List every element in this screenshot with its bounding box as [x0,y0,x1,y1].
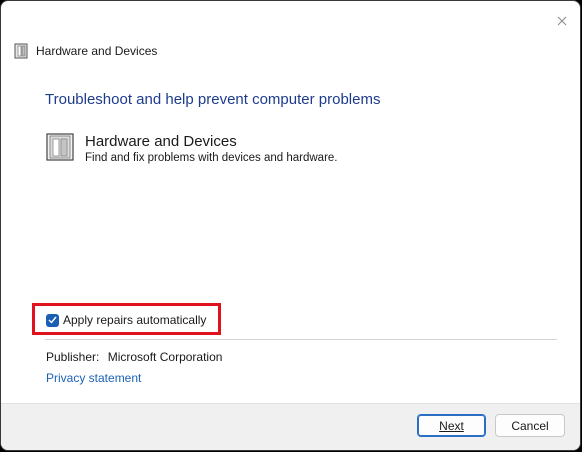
troubleshooter-window: Hardware and Devices Troubleshoot and he… [0,0,581,451]
title-bar: Hardware and Devices [14,41,157,61]
troubleshooter-item-description: Find and fix problems with devices and h… [85,152,338,164]
hardware-devices-icon [14,43,28,59]
divider [45,339,557,340]
next-button-label: Next [439,418,464,433]
publisher-label: Publisher: [46,350,100,364]
troubleshooter-item: Hardware and Devices Find and fix proble… [45,132,338,164]
checkmark-icon [48,316,57,324]
cancel-button[interactable]: Cancel [495,414,565,437]
publisher-value: Microsoft Corporation [107,350,223,364]
footer-bar: Next Cancel [1,403,580,450]
apply-repairs-label[interactable]: Apply repairs automatically [63,313,206,327]
publisher-info: Publisher: Microsoft Corporation [46,350,222,364]
window-title: Hardware and Devices [36,44,158,58]
next-button[interactable]: Next [417,414,486,437]
hardware-devices-icon [46,133,74,161]
apply-repairs-option[interactable]: Apply repairs automatically [46,312,206,328]
page-heading: Troubleshoot and help prevent computer p… [45,91,381,108]
close-button[interactable] [549,9,575,33]
troubleshooter-item-name: Hardware and Devices [85,133,237,150]
apply-repairs-checkbox[interactable] [46,313,59,327]
privacy-statement-link[interactable]: Privacy statement [46,371,141,385]
troubleshooter-item-text: Hardware and Devices Find and fix proble… [85,132,338,164]
close-icon [557,16,567,26]
